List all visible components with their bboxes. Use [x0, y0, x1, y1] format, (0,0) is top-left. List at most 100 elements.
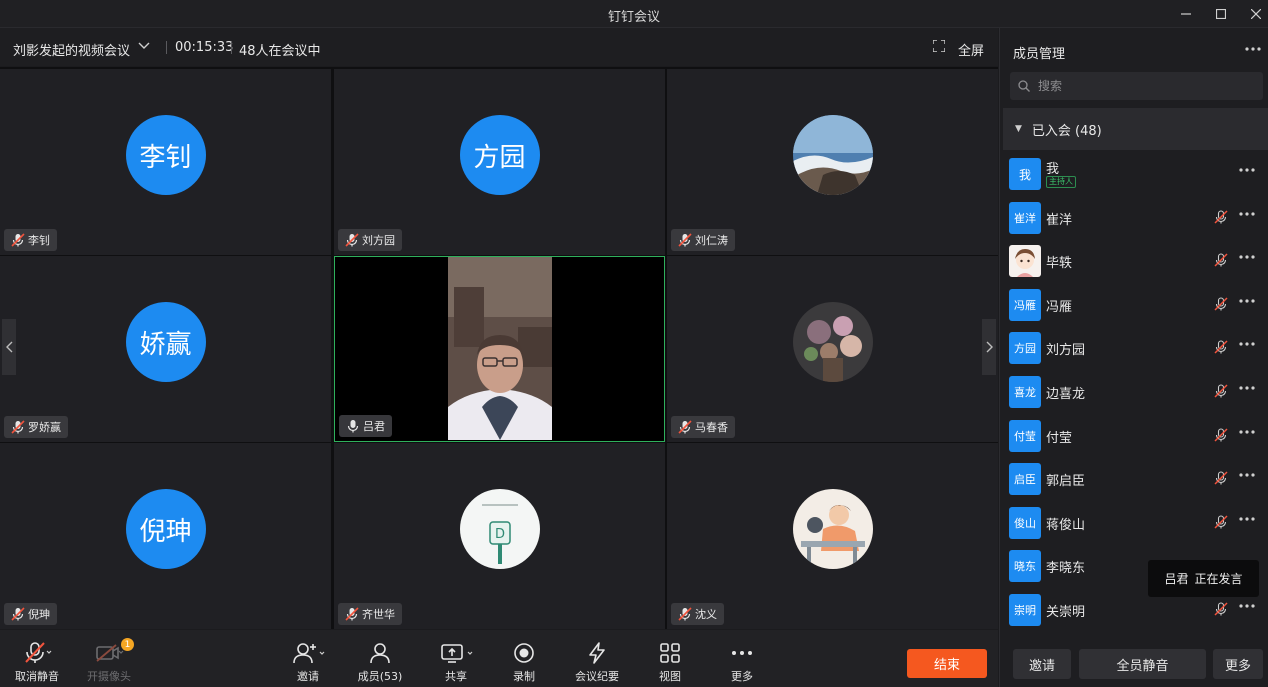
mic-muted-icon — [11, 233, 25, 247]
unmute-button[interactable]: 取消静音 — [12, 630, 62, 687]
end-meeting-button[interactable]: 结束 — [907, 649, 987, 678]
member-more-icon[interactable] — [1238, 336, 1256, 356]
share-button[interactable]: 共享 — [438, 630, 474, 687]
member-row[interactable]: 方园 刘方园 — [1000, 326, 1268, 369]
grid-view-icon — [660, 643, 680, 663]
member-more-icon[interactable] — [1238, 511, 1256, 531]
member-row[interactable]: 我 我 主持人 — [1000, 152, 1268, 195]
mic-muted-icon[interactable] — [1213, 296, 1229, 312]
prev-page-button[interactable] — [2, 319, 16, 375]
mute-all-button[interactable]: 全员静音 — [1079, 649, 1206, 679]
divider — [166, 41, 167, 54]
member-avatar-photo — [1009, 245, 1041, 278]
meeting-minutes-button[interactable]: 会议纪要 — [572, 630, 622, 687]
participant-tag: 马春香 — [671, 416, 735, 438]
search-input[interactable] — [1038, 79, 1238, 93]
member-more-icon[interactable] — [1238, 162, 1256, 182]
minimize-button[interactable] — [1168, 2, 1204, 26]
mic-muted-icon[interactable] — [1213, 383, 1229, 399]
more-icon[interactable] — [1244, 40, 1262, 56]
mic-muted-icon — [678, 607, 692, 621]
participant-name: 刘方园 — [362, 234, 395, 247]
avatar: 娇赢 — [125, 302, 206, 382]
member-more-icon[interactable] — [1238, 249, 1256, 269]
member-avatar: 俊山 — [1009, 506, 1041, 539]
participant-tag: 齐世华 — [338, 603, 402, 625]
video-tile[interactable]: 沈义 — [667, 443, 998, 629]
mic-muted-icon[interactable] — [1213, 601, 1229, 617]
record-button[interactable]: 录制 — [508, 630, 540, 687]
more-label: 更多 — [731, 670, 753, 683]
member-more-icon[interactable] — [1238, 206, 1256, 226]
fullscreen-icon[interactable] — [932, 39, 946, 55]
participant-tag: 刘方园 — [338, 229, 402, 251]
member-row[interactable]: 喜龙 边喜龙 — [1000, 370, 1268, 413]
member-name: 蒋俊山 — [1046, 517, 1086, 533]
video-tile[interactable]: D 齐世华 — [334, 443, 665, 629]
search-box[interactable] — [1010, 72, 1263, 100]
member-more-icon[interactable] — [1238, 467, 1256, 487]
participant-tag: 罗娇赢 — [4, 416, 68, 438]
member-more-icon[interactable] — [1238, 424, 1256, 444]
maximize-icon — [1216, 9, 1226, 19]
member-row[interactable]: 启臣 郭启臣 — [1000, 457, 1268, 500]
member-row[interactable]: 付莹 付莹 — [1000, 414, 1268, 457]
group-label: 已入会 (48) — [1031, 123, 1102, 139]
video-tile[interactable]: 娇赢 罗娇赢 — [0, 256, 331, 442]
video-tile[interactable]: 马春香 — [667, 256, 998, 442]
mic-muted-icon[interactable] — [1213, 514, 1229, 530]
more-button[interactable]: 更多 — [726, 630, 758, 687]
member-more-icon[interactable] — [1238, 598, 1256, 618]
more-icon — [732, 651, 752, 655]
avatar-photo — [792, 302, 873, 382]
video-tile-active-speaker[interactable]: 吕君 — [334, 256, 665, 442]
mic-icon — [347, 420, 359, 433]
participant-tag: 倪珅 — [4, 603, 57, 625]
next-page-button[interactable] — [982, 319, 996, 375]
meeting-toolbar: 取消静音 1 开摄像头 邀请 成员(53) 共享 录制 会议纪要 视图 更多 结… — [0, 630, 998, 687]
camera-button[interactable]: 1 开摄像头 — [84, 630, 134, 687]
lightning-icon — [589, 642, 605, 664]
video-tile[interactable]: 倪珅 倪珅 — [0, 443, 331, 629]
chevron-down-icon[interactable] — [138, 40, 150, 53]
member-more-icon[interactable] — [1238, 293, 1256, 313]
joined-group-header[interactable]: ▼ 已入会 (48) — [1003, 108, 1268, 150]
member-name: 关崇明 — [1046, 605, 1086, 620]
svg-text:D: D — [494, 527, 504, 542]
video-tile[interactable]: 李钊 李钊 — [0, 69, 331, 255]
video-grid: 李钊 李钊 方园 刘方园 刘仁涛 娇赢 罗娇赢 吕君 马春香 倪珅 倪珅 D 齐… — [0, 67, 998, 629]
meeting-title[interactable]: 刘影发起的视频会议 — [13, 40, 130, 59]
window-title: 钉钉会议 — [607, 10, 660, 25]
member-avatar: 崔洋 — [1009, 201, 1041, 234]
mic-muted-icon[interactable] — [1213, 339, 1229, 355]
members-button[interactable]: 成员(53) — [355, 630, 405, 687]
panel-more-button[interactable]: 更多 — [1213, 649, 1263, 679]
host-badge: 主持人 — [1046, 176, 1076, 188]
invite-button[interactable]: 邀请 — [290, 630, 326, 687]
participant-tag: 刘仁涛 — [671, 229, 735, 251]
maximize-button[interactable] — [1203, 2, 1239, 26]
close-button[interactable] — [1238, 2, 1268, 26]
camera-off-icon — [96, 644, 124, 662]
mic-muted-icon[interactable] — [1213, 470, 1229, 486]
view-button[interactable]: 视图 — [654, 630, 686, 687]
member-row[interactable]: 冯雁 冯雁 — [1000, 283, 1268, 326]
minimize-icon — [1181, 13, 1191, 15]
avatar: 倪珅 — [125, 489, 206, 569]
member-row[interactable]: 毕轶 — [1000, 239, 1268, 282]
mic-muted-icon[interactable] — [1213, 209, 1229, 225]
member-name: 李晓东 — [1046, 561, 1086, 577]
invite-member-button[interactable]: 邀请 — [1013, 649, 1071, 679]
member-row[interactable]: 崔洋 崔洋 — [1000, 196, 1268, 239]
participant-name: 齐世华 — [362, 608, 395, 621]
member-row[interactable]: 俊山 蒋俊山 — [1000, 501, 1268, 544]
fullscreen-button[interactable]: 全屏 — [958, 40, 984, 59]
video-tile[interactable]: 刘仁涛 — [667, 69, 998, 255]
caret-down-icon — [46, 650, 52, 654]
triangle-down-icon: ▼ — [1015, 124, 1022, 134]
mic-muted-icon[interactable] — [1213, 427, 1229, 443]
video-tile[interactable]: 方园 刘方园 — [334, 69, 665, 255]
participant-name: 刘仁涛 — [695, 234, 728, 247]
mic-muted-icon[interactable] — [1213, 252, 1229, 268]
member-more-icon[interactable] — [1238, 380, 1256, 400]
